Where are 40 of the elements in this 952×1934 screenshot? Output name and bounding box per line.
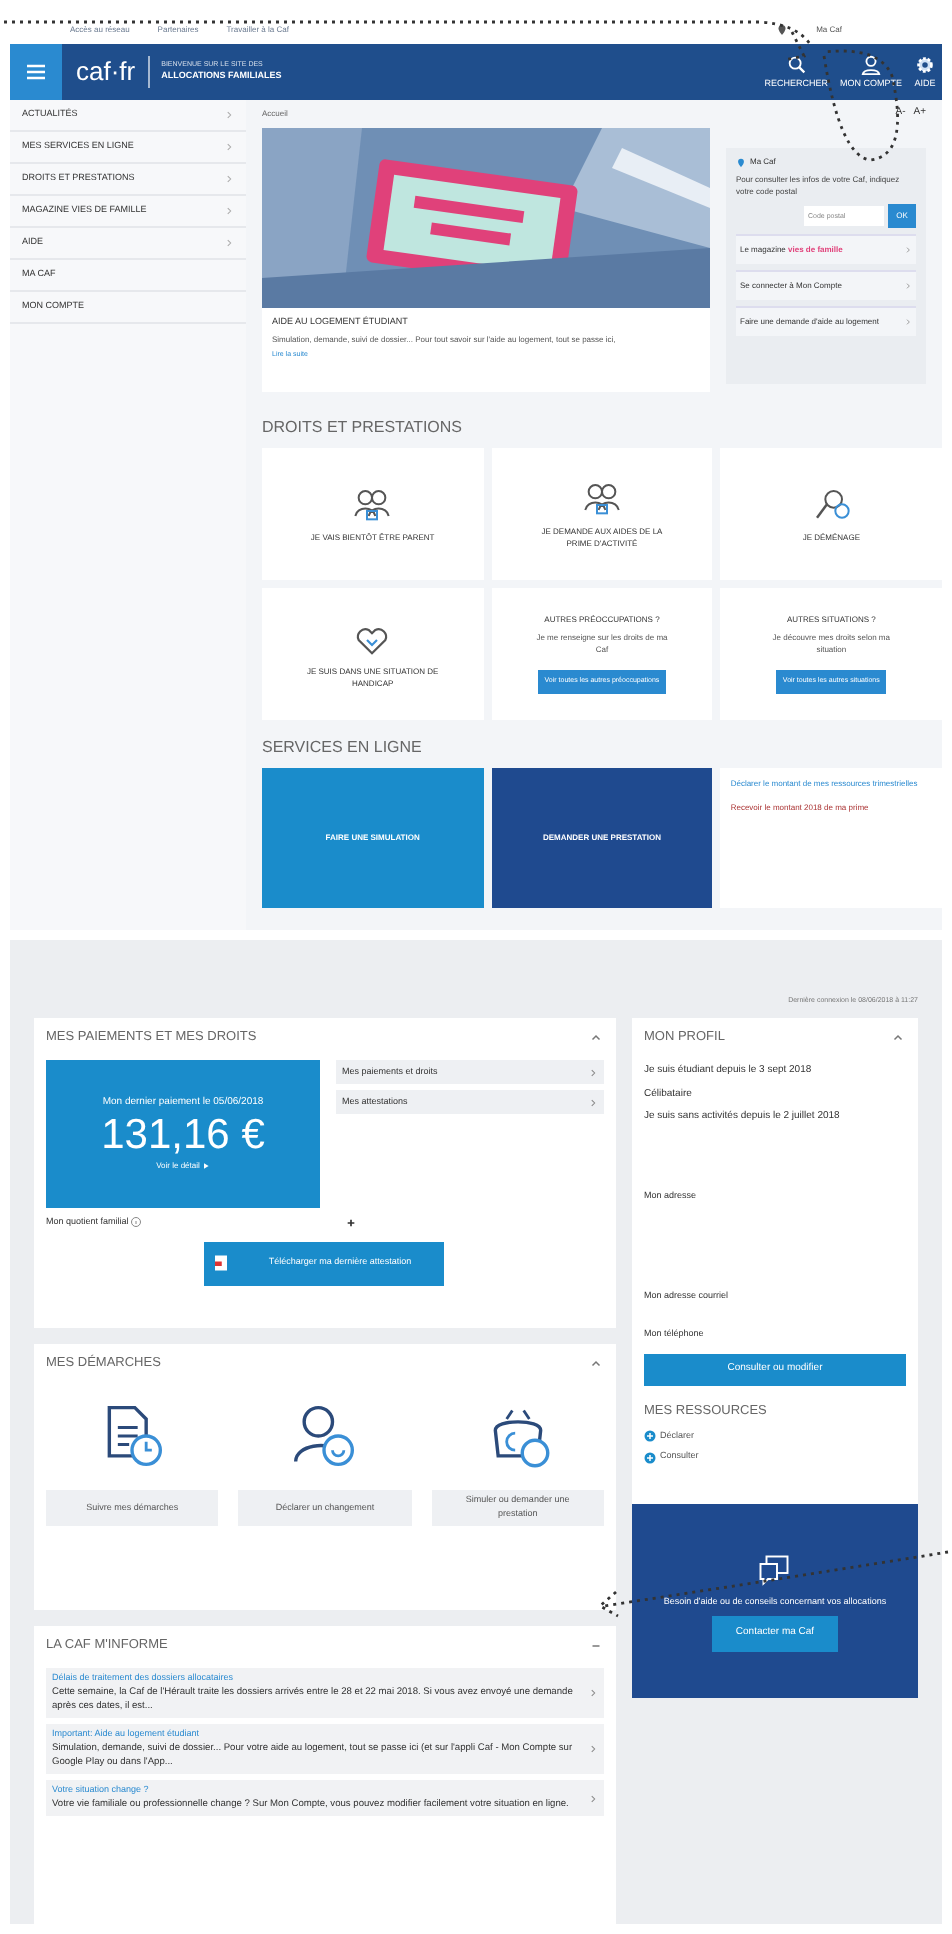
magnifier-icon [811,485,852,525]
plus-circle-icon [643,1451,656,1464]
plus-circle-icon [643,1429,656,1442]
chevron-up-icon [892,1032,904,1045]
search-icon [785,53,808,76]
person-icon [860,53,882,76]
collapse-button[interactable] [587,1032,604,1045]
location-pin-icon [776,24,789,36]
section-title: SERVICES EN LIGNE [262,736,424,760]
menu-icon [24,60,48,84]
chevron-up-icon [589,1358,602,1371]
collapse-button[interactable] [890,1032,906,1045]
chevron-icon [224,142,234,152]
site-logo: caf·fr [76,54,136,91]
couple-icon [581,479,622,519]
chat-bubbles-icon [756,1551,793,1588]
collapse-button[interactable] [587,1640,604,1653]
minus-icon [589,1640,602,1653]
chevron-icon [587,1744,598,1755]
section-title: DROITS ET PRESTATIONS [262,416,465,440]
menu-button[interactable] [10,44,62,100]
gear-icon [914,53,936,76]
pdf-icon [212,1254,231,1273]
chevron-icon [587,1097,598,1107]
couple-icon [352,485,393,525]
chevron-icon [224,110,234,120]
location-pin-icon [736,157,746,167]
chevron-icon [224,206,234,216]
chevron-icon [224,238,234,248]
payment-amount: 131,16 € [101,1114,265,1157]
chevron-icon [587,1793,598,1804]
chevron-icon [224,174,234,184]
info-icon [130,1216,143,1229]
collapse-button[interactable] [587,1358,604,1371]
plus-icon [346,1217,356,1228]
chevron-up-icon [589,1032,602,1045]
person-check-icon [290,1402,359,1470]
triangle-icon [201,1162,210,1171]
chevron-icon [587,1067,598,1077]
chevron-icon [587,1688,598,1699]
